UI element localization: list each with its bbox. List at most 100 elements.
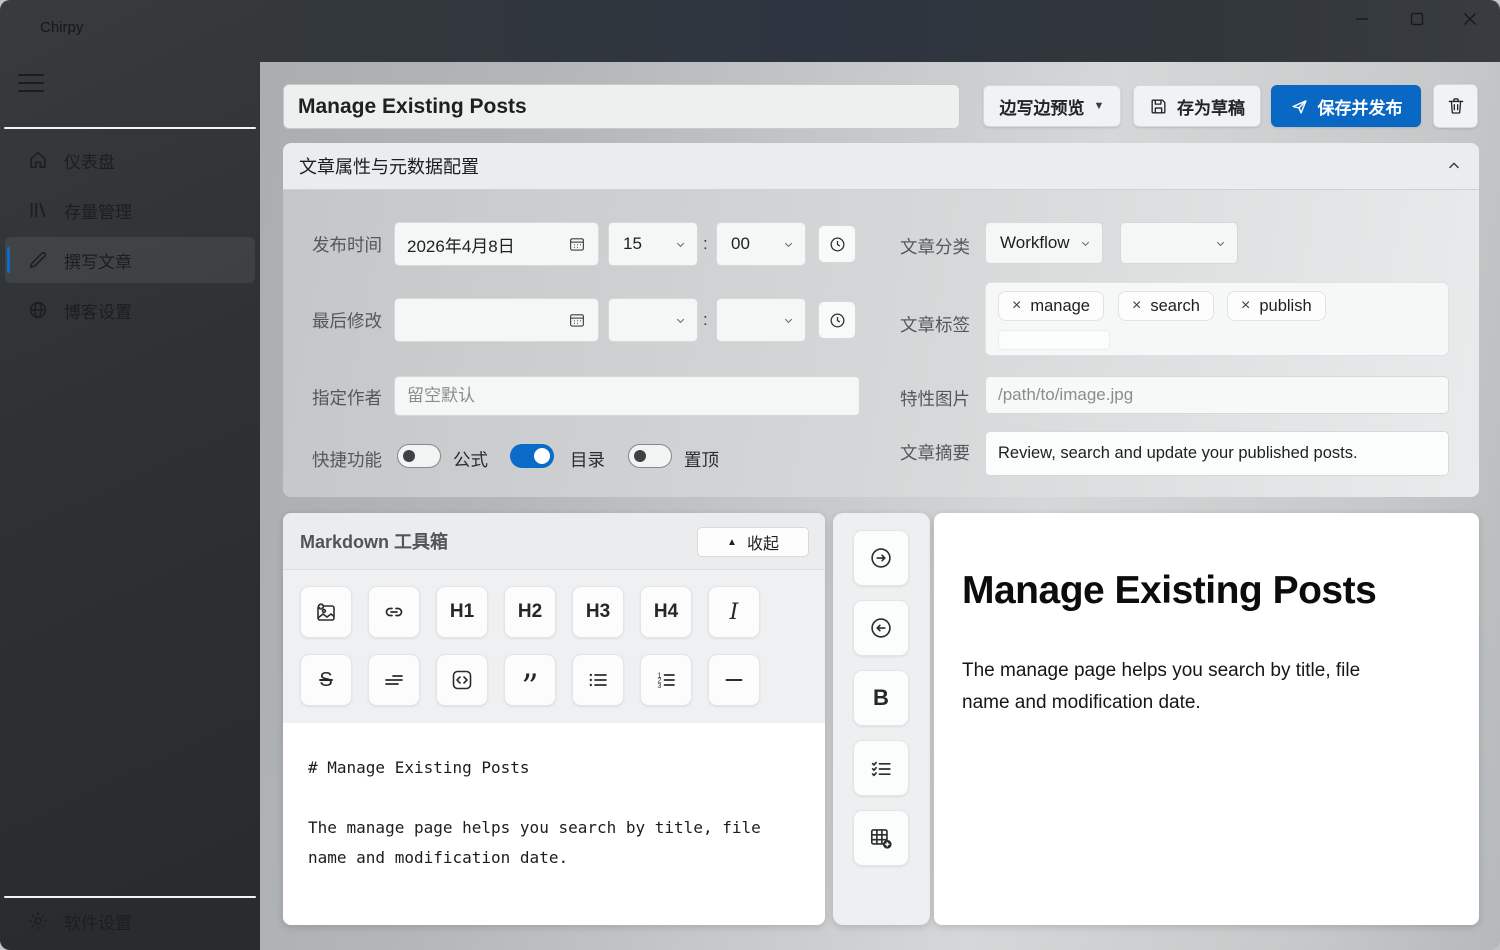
send-icon: [1290, 97, 1309, 116]
category-select-2[interactable]: [1120, 222, 1238, 264]
markdown-panel: Markdown 工具箱 ▲ 收起 H1 H2 H3 H4 I S ” 1: [283, 513, 825, 925]
bullet-list-icon: [586, 668, 610, 692]
close-button[interactable]: [1449, 2, 1491, 36]
h3-glyph: H3: [586, 601, 610, 623]
publish-hour-value: 15: [623, 234, 674, 254]
time-separator: :: [703, 234, 708, 254]
summary-input[interactable]: [985, 431, 1449, 476]
tags-container[interactable]: × manage × search × publish: [985, 282, 1449, 356]
last-modified-label: 最后修改: [272, 308, 382, 333]
sidebar-item-label: 存量管理: [64, 198, 132, 223]
move-left-button[interactable]: [853, 600, 909, 656]
feature-image-input[interactable]: [985, 376, 1449, 414]
markdown-editor[interactable]: # Manage Existing Posts The manage page …: [283, 723, 825, 925]
metadata-panel: 发布时间 2026年4月8日 15 : 00 最后修改: [283, 190, 1479, 497]
heading2-button[interactable]: H2: [504, 586, 556, 638]
remove-tag-icon[interactable]: ×: [1012, 297, 1021, 315]
code-block-icon: [450, 668, 474, 692]
post-title-input[interactable]: [283, 84, 960, 129]
preview-mode-label: 边写边预览: [1000, 94, 1085, 119]
publish-time-label: 发布时间: [272, 232, 382, 257]
feature-image-label: 特性图片: [860, 386, 970, 411]
sidebar-item-label: 撰写文章: [64, 248, 132, 273]
indent-button[interactable]: [368, 654, 420, 706]
toc-toggle[interactable]: [510, 444, 554, 468]
chevron-down-icon: [782, 314, 795, 327]
task-list-button[interactable]: [853, 740, 909, 796]
sidebar-item-storage[interactable]: 存量管理: [5, 187, 255, 233]
category-label: 文章分类: [860, 234, 970, 259]
insert-table-button[interactable]: [853, 810, 909, 866]
modified-clock-button[interactable]: [818, 301, 856, 339]
toc-toggle-label: 目录: [570, 447, 605, 472]
chevron-down-icon: [1214, 237, 1227, 250]
sidebar-item-app-settings[interactable]: 软件设置: [5, 898, 255, 944]
quote-button[interactable]: ”: [504, 654, 556, 706]
publish-button[interactable]: 保存并发布: [1271, 85, 1421, 127]
strikethrough-button[interactable]: S: [300, 654, 352, 706]
publish-hour-select[interactable]: 15: [608, 222, 698, 266]
collapse-label: 收起: [747, 530, 779, 554]
heading3-button[interactable]: H3: [572, 586, 624, 638]
publish-date-picker[interactable]: 2026年4月8日: [394, 222, 599, 266]
remove-tag-icon[interactable]: ×: [1241, 297, 1250, 315]
quote-icon: ”: [521, 682, 538, 692]
delete-button[interactable]: [1433, 84, 1478, 128]
numbered-list-button[interactable]: 123: [640, 654, 692, 706]
modified-hour-select[interactable]: [608, 298, 698, 342]
new-tag-input[interactable]: [998, 330, 1110, 350]
pin-toggle[interactable]: [628, 444, 672, 468]
formula-toggle-label: 公式: [453, 447, 488, 472]
publish-minute-select[interactable]: 00: [716, 222, 806, 266]
sidebar-item-blog-settings[interactable]: 博客设置: [5, 287, 255, 333]
preview-mode-button[interactable]: 边写边预览 ▼: [983, 85, 1121, 127]
sidebar-item-dashboard[interactable]: 仪表盘: [5, 137, 255, 183]
tag-label: manage: [1030, 297, 1090, 316]
bold-button[interactable]: B: [853, 670, 909, 726]
calendar-icon: [568, 311, 586, 329]
h2-glyph: H2: [518, 601, 542, 623]
remove-tag-icon[interactable]: ×: [1132, 297, 1141, 315]
modified-minute-select[interactable]: [716, 298, 806, 342]
publish-clock-button[interactable]: [818, 225, 856, 263]
tag-chip[interactable]: × search: [1118, 291, 1214, 321]
metadata-section-header[interactable]: 文章属性与元数据配置: [283, 143, 1479, 190]
modified-date-picker[interactable]: [394, 298, 599, 342]
toggle-knob: [403, 450, 415, 462]
markdown-toolbox-title: Markdown 工具箱: [300, 528, 448, 554]
bullet-list-button[interactable]: [572, 654, 624, 706]
author-label: 指定作者: [272, 385, 382, 410]
app-title: Chirpy: [40, 19, 83, 36]
chevron-down-icon: [782, 238, 795, 251]
save-draft-button[interactable]: 存为草稿: [1133, 85, 1261, 127]
collapse-toolbox-button[interactable]: ▲ 收起: [697, 527, 809, 557]
insert-link-button[interactable]: [368, 586, 420, 638]
author-input[interactable]: [394, 376, 860, 416]
library-icon: [26, 199, 50, 221]
bold-icon: B: [873, 685, 889, 711]
save-draft-label: 存为草稿: [1177, 94, 1245, 119]
code-block-button[interactable]: [436, 654, 488, 706]
h1-glyph: H1: [450, 601, 474, 623]
tag-chip[interactable]: × publish: [1227, 291, 1326, 321]
horizontal-rule-button[interactable]: [708, 654, 760, 706]
maximize-icon: [1409, 11, 1425, 27]
maximize-button[interactable]: [1396, 2, 1438, 36]
tag-label: search: [1150, 297, 1200, 316]
italic-button[interactable]: I: [708, 586, 760, 638]
move-right-button[interactable]: [853, 530, 909, 586]
menu-toggle-button[interactable]: [18, 71, 44, 95]
strikethrough-icon: S: [319, 669, 332, 692]
heading4-button[interactable]: H4: [640, 586, 692, 638]
formula-toggle[interactable]: [397, 444, 441, 468]
sidebar-item-write[interactable]: 撰写文章: [5, 237, 255, 283]
sidebar-divider-top: [4, 127, 256, 129]
clock-icon: [828, 235, 847, 254]
tag-chip[interactable]: × manage: [998, 291, 1104, 321]
heading1-button[interactable]: H1: [436, 586, 488, 638]
category-select-1[interactable]: Workflow: [985, 222, 1103, 264]
minimize-button[interactable]: [1341, 2, 1383, 36]
insert-image-button[interactable]: [300, 586, 352, 638]
publish-date-value: 2026年4月8日: [407, 232, 515, 257]
collapse-arrow-icon: ▲: [727, 537, 737, 548]
